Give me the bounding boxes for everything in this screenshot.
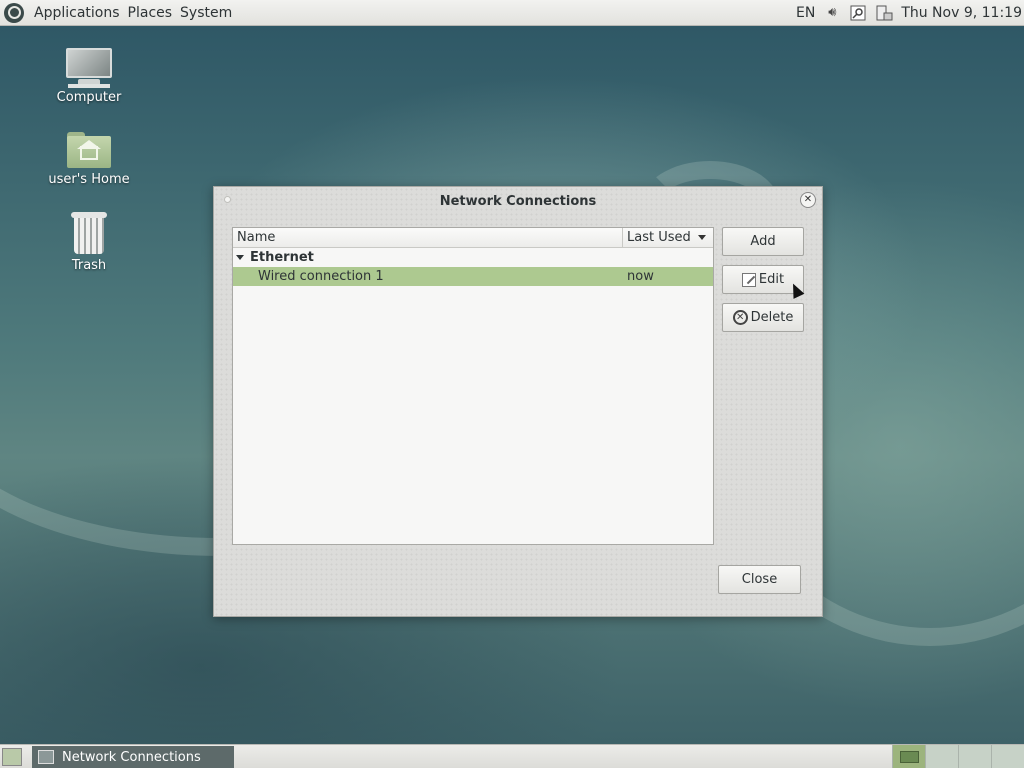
connection-name: Wired connection 1 (258, 269, 384, 284)
sort-descending-icon (697, 235, 706, 240)
close-button[interactable]: Close (718, 565, 801, 594)
column-header-name[interactable]: Name (233, 228, 623, 247)
taskbar-item-label: Network Connections (62, 749, 201, 765)
volume-icon[interactable]: 🔊︎ (823, 4, 841, 22)
connections-list[interactable]: Name Last Used Ethernet Wired connection… (232, 227, 714, 545)
edit-button-label: Edit (758, 272, 785, 287)
table-row[interactable]: Wired connection 1 now (233, 267, 713, 286)
delete-button-label: Delete (750, 310, 794, 325)
top-panel: Applications Places System EN 🔊︎ Thu Nov… (0, 0, 1024, 26)
bottom-panel: Network Connections (0, 744, 1024, 768)
window-menu-icon[interactable] (224, 196, 231, 203)
expander-down-icon[interactable] (236, 255, 244, 260)
network-manager-icon[interactable] (849, 4, 867, 22)
column-header-last-used-label: Last Used (627, 230, 691, 245)
close-button-label: Close (741, 572, 778, 587)
clock[interactable]: Thu Nov 9, 11:19 (901, 5, 1022, 21)
distro-logo-icon[interactable] (4, 2, 24, 23)
workspace-switcher (892, 745, 1024, 768)
workspace-1[interactable] (892, 745, 925, 768)
network-connections-icon (38, 750, 54, 764)
column-header-last-used[interactable]: Last Used (623, 228, 713, 247)
menu-applications[interactable]: Applications (30, 5, 124, 21)
home-folder-icon (67, 132, 111, 168)
taskbar-item-network-connections[interactable]: Network Connections (32, 746, 234, 768)
workspace-3[interactable] (958, 745, 991, 768)
dialog-titlebar[interactable]: Network Connections ✕ (214, 187, 822, 215)
delete-icon: ✕ (732, 310, 748, 325)
desktop-icon-label: Trash (71, 258, 107, 273)
desktop-icon-computer[interactable]: Computer (44, 48, 134, 105)
keyboard-layout-indicator[interactable]: EN (796, 5, 815, 21)
trash-icon (71, 212, 107, 254)
group-label: Ethernet (250, 250, 314, 265)
group-row-ethernet[interactable]: Ethernet (233, 248, 713, 267)
desktop-icon-label: user's Home (48, 172, 130, 187)
network-connections-dialog: Network Connections ✕ Name Last Used Eth… (213, 186, 823, 617)
workspace-2[interactable] (925, 745, 958, 768)
menu-system[interactable]: System (176, 5, 236, 21)
main-menu: Applications Places System (0, 0, 236, 25)
add-button-label: Add (750, 234, 776, 249)
delete-button[interactable]: ✕ Delete (722, 303, 804, 332)
desktop-icon-trash[interactable]: Trash (44, 212, 134, 273)
power-icon[interactable] (875, 4, 893, 22)
add-button[interactable]: Add (722, 227, 804, 256)
show-desktop-icon[interactable] (2, 748, 22, 766)
system-tray: EN 🔊︎ Thu Nov 9, 11:19 (796, 0, 1024, 25)
desktop-icon-home[interactable]: user's Home (44, 132, 134, 187)
computer-icon (64, 48, 114, 88)
menu-places[interactable]: Places (124, 5, 177, 21)
connection-last-used: now (627, 269, 654, 284)
list-header: Name Last Used (233, 228, 713, 248)
edit-icon (741, 272, 756, 287)
dialog-title: Network Connections (439, 193, 597, 209)
window-thumbnail (900, 751, 919, 763)
close-icon[interactable]: ✕ (800, 192, 816, 208)
desktop-icon-label: Computer (56, 90, 122, 105)
workspace-4[interactable] (991, 745, 1024, 768)
